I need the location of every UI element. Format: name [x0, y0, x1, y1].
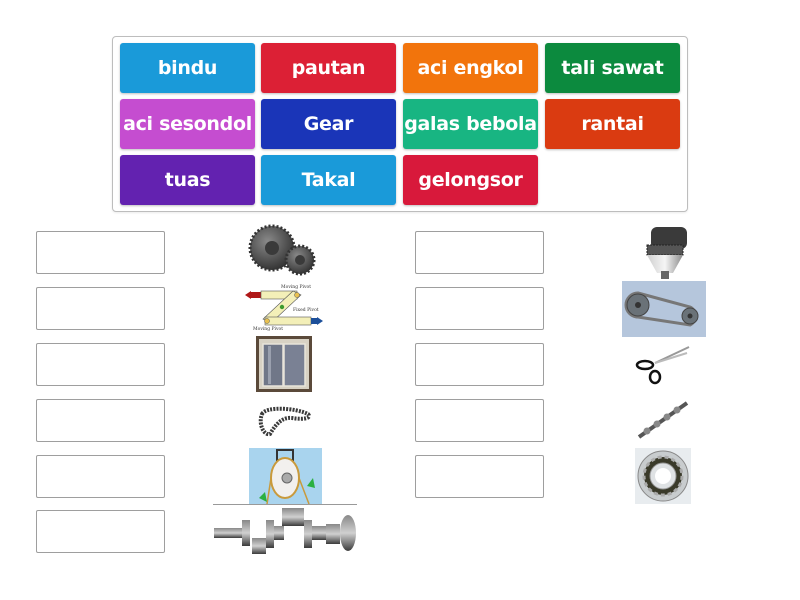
chain-image [258, 406, 311, 437]
tile-aci-engkol[interactable]: aci engkol [403, 43, 538, 93]
tile-rantai[interactable]: rantai [545, 99, 680, 149]
drop-zone-10[interactable] [415, 399, 544, 442]
drop-zone-6[interactable] [36, 510, 165, 553]
drop-zone-5[interactable] [36, 455, 165, 498]
tile-aci-sesondol[interactable]: aci sesondol [120, 99, 255, 149]
linkage-diagram: Moving Pivot Fixed Pivot Moving Pivot [245, 284, 323, 331]
crankshaft-image [214, 508, 356, 554]
pulley-image [249, 448, 322, 504]
tile-galas-bebola[interactable]: galas bebola [403, 99, 538, 149]
belt-drive-image [622, 281, 706, 337]
drop-zone-1[interactable] [36, 231, 165, 274]
moving-pivot-label-bottom: Moving Pivot [253, 326, 283, 331]
drop-zone-9[interactable] [415, 343, 544, 386]
drop-zone-4[interactable] [36, 399, 165, 442]
drop-zone-11[interactable] [415, 455, 544, 498]
fixed-pivot-label: Fixed Pivot [293, 307, 319, 313]
ball-bearing-image [635, 448, 691, 504]
drop-zone-3[interactable] [36, 343, 165, 386]
tile-tali-sawat[interactable]: tali sawat [545, 43, 680, 93]
camshaft-image [637, 401, 689, 439]
drop-zone-2[interactable] [36, 287, 165, 330]
sliding-window-image [256, 336, 312, 392]
tile-tuas[interactable]: tuas [120, 155, 255, 205]
tile-gear[interactable]: Gear [261, 99, 396, 149]
drop-zone-7[interactable] [415, 231, 544, 274]
divider-line [213, 504, 357, 505]
tile-pautan[interactable]: pautan [261, 43, 396, 93]
scissors-image [635, 346, 690, 385]
moving-pivot-label-top: Moving Pivot [281, 284, 311, 290]
tile-gelongsor[interactable]: gelongsor [403, 155, 538, 205]
drill-chuck-image [646, 227, 687, 279]
drop-zone-8[interactable] [415, 287, 544, 330]
tile-bindu[interactable]: bindu [120, 43, 255, 93]
tile-takal[interactable]: Takal [261, 155, 396, 205]
word-bank: bindu pautan aci engkol tali sawat aci s… [112, 36, 688, 212]
gears-image [248, 224, 316, 276]
